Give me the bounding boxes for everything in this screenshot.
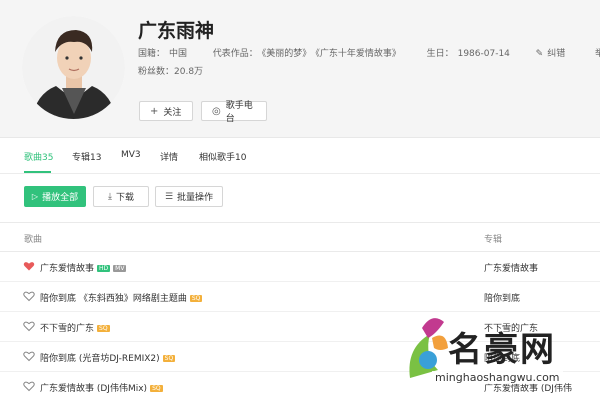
works-label: 代表作品： (212, 49, 258, 59)
radio-label: 歌手电台 (225, 101, 253, 124)
sq-badge: SQ (189, 295, 203, 302)
heart-icon[interactable] (23, 320, 35, 332)
song-title[interactable]: 广东爱情故事 (40, 264, 94, 274)
active-tab-indicator (24, 171, 51, 173)
fans-count: 20.8万 (174, 67, 204, 77)
region-value: 中国 (169, 49, 188, 59)
tab-details[interactable]: 详情 (160, 150, 178, 163)
edit-icon: ✎ (535, 49, 544, 59)
correct-link[interactable]: ✎ 纠错 (536, 49, 570, 59)
song-title[interactable]: 不下雪的广东 (40, 324, 94, 334)
play-all-button[interactable]: ▷ 播放全部 (24, 186, 86, 207)
column-header-album: 专辑 (484, 235, 503, 245)
singer-header: 广东雨神 国籍： 中国 代表作品： 《美丽的梦》 《广东十年爱情故事》 生日： 1986… (0, 0, 600, 138)
song-album[interactable]: 陪你到底 (484, 291, 520, 304)
radio-icon: ◎ (212, 105, 221, 117)
batch-label: 批量操作 (177, 193, 214, 203)
watermark-url: minghaoshangwu.com (432, 371, 563, 384)
work-link[interactable]: 《美丽的梦》 (262, 49, 312, 59)
singer-name: 广东雨神 (138, 20, 215, 42)
singer-avatar (22, 16, 125, 119)
birthday-value: 1986-07-14 (457, 49, 510, 59)
fans-label: 粉丝数： (138, 67, 175, 77)
hd-badge: HD (97, 265, 111, 272)
tab-mv[interactable]: MV3 (121, 150, 141, 160)
tab-bar: 歌曲35 专辑13 MV3 详情 相似歌手10 (0, 138, 600, 174)
tab-songs[interactable]: 歌曲35 (24, 150, 53, 163)
tab-albums[interactable]: 专辑13 (72, 150, 101, 163)
mv-badge[interactable]: MV (113, 265, 127, 272)
list-icon: ☰ (164, 191, 174, 202)
follow-button[interactable]: + 关注 (139, 101, 193, 121)
heart-icon[interactable] (23, 290, 35, 302)
fans-row: 粉丝数：20.8万 (138, 64, 203, 77)
sq-badge: SQ (162, 355, 176, 362)
tab-similar-singers[interactable]: 相似歌手10 (199, 150, 246, 163)
plus-icon: + (150, 105, 159, 117)
song-title[interactable]: 陪你到底 (光音坊DJ-REMIX2) (40, 354, 160, 364)
song-title[interactable]: 广东爱情故事 (DJ伟伟Mix) (40, 384, 147, 394)
work-link[interactable]: 《广东十年爱情故事》 (315, 49, 401, 59)
correct-label: 纠错 (547, 49, 566, 59)
download-icon: ⤓ (108, 191, 112, 202)
singer-radio-button[interactable]: ◎ 歌手电台 (201, 101, 267, 124)
watermark-text: 名豪网 (448, 330, 556, 370)
song-album[interactable]: 广东爱情故事 (484, 261, 538, 274)
download-button[interactable]: ⤓ 下载 (93, 186, 149, 207)
region-label: 国籍： (138, 49, 166, 59)
report-link[interactable]: 举报 (595, 49, 600, 59)
song-title[interactable]: 陪你到底 《东斜西独》网络剧主题曲 (40, 294, 187, 304)
heart-icon[interactable] (23, 350, 35, 362)
singer-info-row: 国籍： 中国 代表作品： 《美丽的梦》 《广东十年爱情故事》 生日： 1986-07-1… (138, 46, 600, 59)
birthday-label: 生日： (426, 49, 454, 59)
download-label: 下载 (115, 193, 134, 203)
song-table-header: 歌曲 专辑 (0, 222, 600, 252)
batch-operation-button[interactable]: ☰ 批量操作 (155, 186, 223, 207)
heart-icon[interactable] (23, 380, 35, 392)
play-icon: ▷ (31, 192, 39, 201)
sq-badge: SQ (150, 385, 163, 392)
follow-label: 关注 (163, 107, 182, 118)
play-all-label: 播放全部 (42, 193, 79, 203)
heart-icon[interactable] (23, 260, 35, 272)
song-row[interactable]: 广东爱情故事 HD MV 广东爱情故事 (0, 252, 600, 282)
column-header-song: 歌曲 (24, 235, 43, 245)
sq-badge: SQ (97, 325, 110, 332)
